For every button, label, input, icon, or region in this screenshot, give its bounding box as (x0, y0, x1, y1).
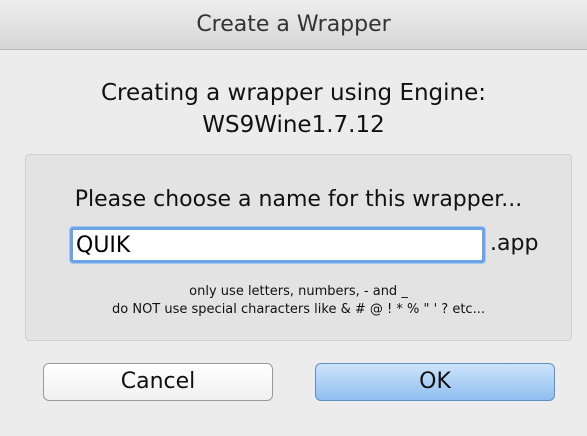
name-hint: only use letters, numbers, - and _ do NO… (26, 283, 571, 319)
engine-heading: Creating a wrapper using Engine: WS9Wine… (0, 77, 587, 141)
hint-line-allowed: only use letters, numbers, - and _ (189, 284, 408, 299)
hint-line-forbidden: do NOT use special characters like & # @… (112, 302, 485, 317)
window-title: Create a Wrapper (0, 0, 587, 50)
ok-button[interactable]: OK (315, 363, 555, 401)
wrapper-name-group: Please choose a name for this wrapper...… (25, 154, 572, 341)
cancel-button[interactable]: Cancel (43, 363, 273, 401)
wrapper-name-input[interactable] (70, 227, 485, 263)
app-suffix-label: .app (490, 231, 539, 256)
engine-name: WS9Wine1.7.12 (202, 112, 385, 138)
create-wrapper-dialog: Create a Wrapper Creating a wrapper usin… (0, 0, 587, 436)
engine-heading-line: Creating a wrapper using Engine: (100, 80, 487, 106)
name-prompt: Please choose a name for this wrapper... (74, 187, 523, 212)
